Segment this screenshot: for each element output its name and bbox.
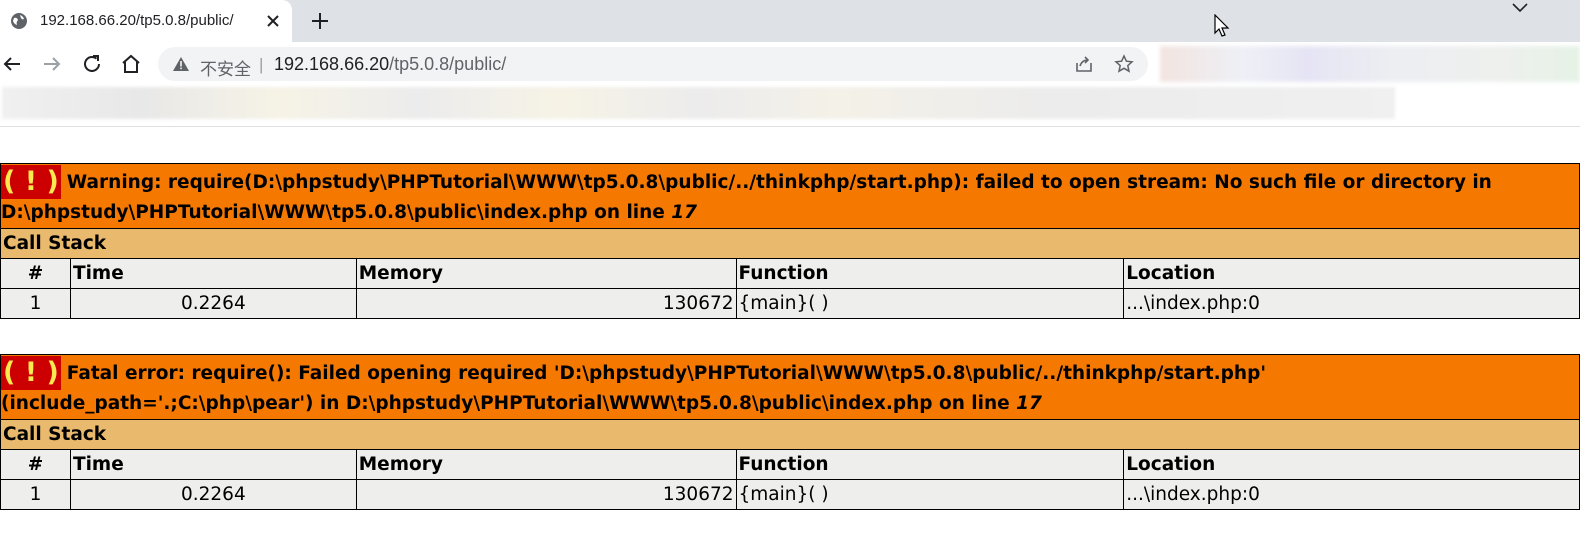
toolbar-divider bbox=[0, 126, 1580, 127]
error-line: 17 bbox=[1016, 393, 1042, 414]
xdebug-error-table: ( ! ) Fatal error: require(): Failed open… bbox=[0, 354, 1580, 510]
col-num: # bbox=[0, 449, 71, 480]
xdebug-error-table: ( ! ) Warning: require(D:\phpstudy\PHPTut… bbox=[0, 163, 1580, 319]
table-row: 1 0.2264 130672 {main}( ) ...\index.php:… bbox=[0, 479, 1580, 510]
col-function: Function bbox=[735, 449, 1125, 480]
url-separator: | bbox=[259, 55, 264, 74]
error-message: ( ! ) Fatal error: require(): Failed open… bbox=[0, 354, 1580, 420]
error-line: 17 bbox=[671, 202, 698, 223]
tab-title: 192.168.66.20/tp5.0.8/public/ bbox=[40, 12, 234, 29]
mouse-cursor-icon bbox=[1214, 14, 1230, 37]
cell-location: ...\index.php:0 bbox=[1123, 479, 1580, 510]
share-icon[interactable] bbox=[1074, 54, 1094, 74]
bookmark-star-icon[interactable] bbox=[1114, 54, 1134, 74]
col-num: # bbox=[0, 258, 71, 289]
extensions-area[interactable] bbox=[1160, 46, 1580, 82]
table-row: 1 0.2264 130672 {main}( ) ...\index.php:… bbox=[0, 288, 1580, 319]
home-icon[interactable] bbox=[119, 52, 143, 76]
error-badge-icon: ( ! ) bbox=[1, 356, 61, 390]
url-path: /tp5.0.8/public/ bbox=[389, 54, 507, 74]
chevron-down-icon[interactable] bbox=[1510, 0, 1530, 18]
globe-icon bbox=[11, 13, 27, 29]
back-icon[interactable] bbox=[0, 52, 24, 76]
cell-function: {main}( ) bbox=[735, 479, 1125, 510]
cell-location: ...\index.php:0 bbox=[1123, 288, 1580, 319]
col-memory: Memory bbox=[355, 258, 737, 289]
col-location: Location bbox=[1123, 258, 1580, 289]
url-host: 192.168.66.20 bbox=[274, 54, 390, 74]
security-label[interactable]: 不安全 bbox=[200, 55, 251, 80]
cell-num: 1 bbox=[0, 479, 71, 510]
address-bar[interactable]: 不安全 | 192.168.66.20/tp5.0.8/public/ bbox=[158, 47, 1148, 81]
call-stack-label: Call Stack bbox=[0, 228, 1580, 259]
col-time: Time bbox=[69, 449, 357, 480]
browser-toolbar: 不安全 | 192.168.66.20/tp5.0.8/public/ bbox=[0, 42, 1580, 86]
forward-icon[interactable] bbox=[40, 52, 64, 76]
url-text[interactable]: 192.168.66.20/tp5.0.8/public/ bbox=[274, 54, 506, 75]
col-function: Function bbox=[735, 258, 1125, 289]
new-tab-icon[interactable] bbox=[308, 9, 332, 33]
bookmarks-blurred[interactable] bbox=[2, 87, 1395, 119]
error-message: ( ! ) Warning: require(D:\phpstudy\PHPTut… bbox=[0, 163, 1580, 229]
bookmarks-bar bbox=[0, 86, 1580, 124]
cell-num: 1 bbox=[0, 288, 71, 319]
tab-strip: 192.168.66.20/tp5.0.8/public/ bbox=[0, 0, 1580, 42]
cell-time: 0.2264 bbox=[69, 288, 357, 319]
call-stack-label: Call Stack bbox=[0, 419, 1580, 450]
cell-function: {main}( ) bbox=[735, 288, 1125, 319]
col-memory: Memory bbox=[355, 449, 737, 480]
cell-memory: 130672 bbox=[355, 288, 737, 319]
close-tab-icon[interactable] bbox=[262, 10, 284, 32]
col-time: Time bbox=[69, 258, 357, 289]
col-location: Location bbox=[1123, 449, 1580, 480]
error-text: Warning: require(D:\phpstudy\PHPTutorial… bbox=[1, 172, 1492, 223]
cell-memory: 130672 bbox=[355, 479, 737, 510]
warning-icon[interactable] bbox=[172, 56, 190, 72]
cell-time: 0.2264 bbox=[69, 479, 357, 510]
error-text: Fatal error: require(): Failed opening r… bbox=[1, 363, 1266, 414]
error-badge-icon: ( ! ) bbox=[1, 165, 61, 199]
reload-icon[interactable] bbox=[80, 52, 104, 76]
active-tab[interactable]: 192.168.66.20/tp5.0.8/public/ bbox=[0, 0, 292, 42]
